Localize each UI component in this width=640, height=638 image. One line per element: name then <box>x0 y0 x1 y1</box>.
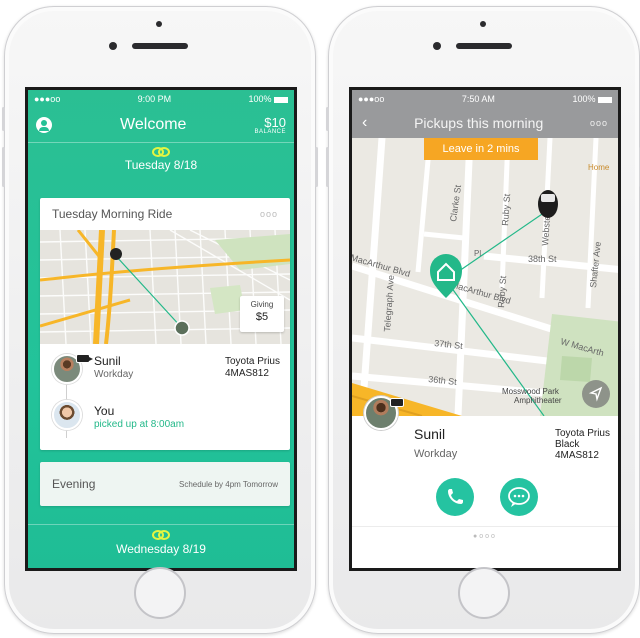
map-graphic: Clarke St Ruby St Webster Shafter Ave 38… <box>352 138 618 416</box>
back-chevron-icon[interactable]: ‹ <box>362 114 367 132</box>
profile-icon[interactable] <box>36 117 52 133</box>
rider-row[interactable]: You picked up at 8:00am <box>40 400 290 446</box>
status-time: 7:50 AM <box>461 94 495 104</box>
car-model: Toyota Prius <box>224 356 280 367</box>
power-button <box>315 147 318 187</box>
giving-label: Giving <box>250 300 274 309</box>
chat-bubble-icon <box>508 487 530 507</box>
message-button[interactable] <box>500 478 538 516</box>
ride-title: Tuesday Morning Ride <box>52 207 173 221</box>
app-header: Welcome $10 BALANCE <box>28 108 294 142</box>
car-plate: 4MAS812 <box>554 450 599 461</box>
phone-icon <box>448 489 463 504</box>
panel-divider <box>352 526 618 527</box>
map-label-amphitheater: Amphitheater <box>514 396 562 405</box>
navigation-arrow-icon <box>588 386 603 402</box>
earpiece-speaker <box>132 43 188 49</box>
top-bar: ●●●oo 7:50 AM 100% ‹ Pickups this mornin… <box>352 90 618 138</box>
front-camera <box>433 42 441 50</box>
driver-employer: Workday <box>414 448 458 460</box>
ride-card[interactable]: Tuesday Morning Ride ooo Giving $5 Sunil… <box>40 198 290 450</box>
right-screen: ●●●oo 7:50 AM 100% ‹ Pickups this mornin… <box>349 87 621 571</box>
page-indicator: ●ooo <box>473 533 497 540</box>
driver-car: Toyota Prius Black 4MAS812 <box>555 428 610 461</box>
giving-amount: $5 <box>255 311 269 323</box>
battery-indicator: 100% <box>248 94 288 104</box>
more-options-icon[interactable]: ooo <box>590 118 608 128</box>
volume-up-button <box>2 147 5 187</box>
app-header: ‹ Pickups this morning ooo <box>352 108 618 138</box>
page-title: Welcome <box>120 116 187 133</box>
rider-avatar <box>52 400 82 430</box>
evening-card[interactable]: Evening Schedule by 4pm Tomorrow <box>40 462 290 506</box>
ride-map[interactable]: Giving $5 <box>40 230 290 344</box>
status-time: 9:00 PM <box>137 94 172 104</box>
rider-name: You <box>94 404 115 418</box>
driver-row[interactable]: Sunil Workday Toyota Prius 4MAS812 <box>40 354 290 400</box>
status-bar: ●●●oo 9:00 PM 100% <box>28 90 294 108</box>
map-label-home: Home <box>588 163 610 172</box>
front-camera <box>109 42 117 50</box>
driver-car: Toyota Prius 4MAS812 <box>225 356 280 379</box>
car-color: Black <box>554 439 580 450</box>
map-label-mosswood: Mosswood Park <box>502 387 560 396</box>
signal-indicator: ●●●oo <box>34 94 61 104</box>
pickup-map[interactable]: Clarke St Ruby St Webster Shafter Ave 38… <box>352 138 618 416</box>
earpiece-speaker <box>456 43 512 49</box>
map-label-38th: 38th St <box>528 254 557 264</box>
home-button[interactable] <box>458 567 510 619</box>
front-sensor <box>156 21 162 27</box>
mute-switch <box>326 107 329 131</box>
day-header-tuesday: Tuesday 8/18 <box>28 143 294 172</box>
front-sensor <box>480 21 486 27</box>
section-divider <box>28 524 294 525</box>
giving-badge: Giving $5 <box>240 296 284 332</box>
camera-badge-icon <box>76 354 93 363</box>
day-label: Tuesday 8/18 <box>124 158 198 172</box>
infinity-icon <box>152 147 170 157</box>
driver-name: Sunil <box>414 426 446 442</box>
signal-indicator: ●●●oo <box>358 94 385 104</box>
pickup-time: picked up at 8:00am <box>94 419 185 430</box>
left-screen: ●●●oo 9:00 PM 100% Welcome $10 BALANCE T… <box>25 87 297 571</box>
driver-panel: Sunil Workday Toyota Prius Black 4MAS812… <box>352 396 618 540</box>
balance-amount: $10 <box>264 114 286 130</box>
status-bar: ●●●oo 7:50 AM 100% <box>352 90 618 108</box>
day-label: Wednesday 8/19 <box>116 542 206 556</box>
car-marker-icon <box>538 190 558 218</box>
evening-schedule-note: Schedule by 4pm Tomorrow <box>178 479 278 489</box>
right-phone-frame: ●●●oo 7:50 AM 100% ‹ Pickups this mornin… <box>326 6 640 634</box>
driver-employer: Workday <box>94 369 134 380</box>
car-model: Toyota Prius <box>554 428 610 439</box>
battery-indicator: 100% <box>572 94 612 104</box>
page-title: Pickups this morning <box>414 115 544 131</box>
balance-label: BALANCE <box>254 128 286 135</box>
driver-name: Sunil <box>94 354 121 368</box>
balance-display[interactable]: $10 BALANCE <box>254 116 286 135</box>
camera-badge-icon <box>390 398 404 407</box>
locate-me-button[interactable] <box>582 380 610 408</box>
car-plate: 4MAS812 <box>224 367 269 379</box>
card-header: Tuesday Morning Ride ooo <box>40 198 290 230</box>
volume-up-button <box>326 147 329 187</box>
map-label-pl: Pl <box>474 249 481 258</box>
mute-switch <box>2 107 5 131</box>
evening-title: Evening <box>52 477 96 491</box>
more-options-icon[interactable]: ooo <box>260 209 278 219</box>
leave-timer-pill: Leave in 2 mins <box>424 138 538 160</box>
call-button[interactable] <box>436 478 474 516</box>
driver-avatar <box>52 354 93 384</box>
day-header-wednesday: Wednesday 8/19 <box>28 530 294 556</box>
home-button[interactable] <box>134 567 186 619</box>
infinity-icon <box>152 530 170 540</box>
left-phone-frame: ●●●oo 9:00 PM 100% Welcome $10 BALANCE T… <box>2 6 318 634</box>
